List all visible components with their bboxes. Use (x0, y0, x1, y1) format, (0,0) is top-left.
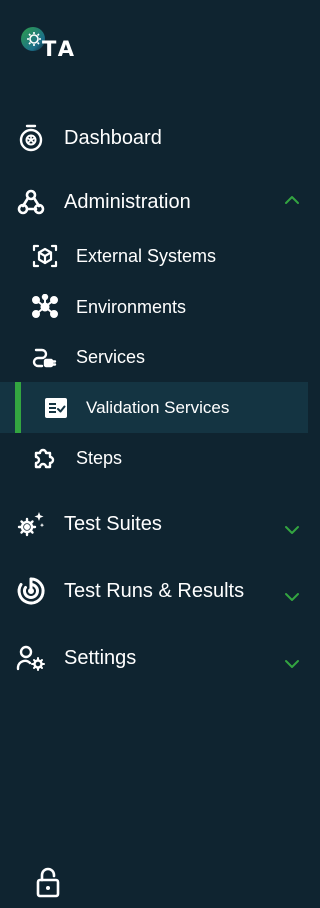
cube-scan-icon (31, 242, 59, 270)
plug-icon (31, 343, 59, 371)
unlock-icon[interactable] (35, 866, 61, 898)
nav-label: Validation Services (86, 397, 230, 417)
nav-label: Steps (76, 447, 123, 468)
active-indicator (15, 382, 21, 433)
nav-item-test-suites[interactable]: Test Suites (0, 508, 308, 540)
logo-text: TA (42, 37, 77, 61)
nav-label: Test Runs & Results (64, 579, 245, 602)
puzzle-icon (31, 444, 59, 472)
sidebar: TA Dashboard Administration External Sys… (0, 0, 308, 908)
nav-label: Administration (64, 190, 191, 213)
checklist-icon (43, 395, 69, 421)
chevron-down-icon[interactable] (284, 656, 300, 672)
webhook-icon (16, 187, 46, 217)
nav-item-environments[interactable]: Environments (0, 291, 308, 323)
chevron-up-icon[interactable] (284, 192, 300, 208)
nav-item-dashboard[interactable]: Dashboard (0, 122, 308, 154)
nav-item-steps[interactable]: Steps (0, 442, 308, 474)
stopwatch-icon (16, 123, 46, 153)
nav-item-validation-services[interactable]: Validation Services (0, 382, 308, 433)
user-gear-icon (16, 643, 46, 673)
nav-label: Settings (64, 646, 137, 669)
nav-label: Services (76, 346, 146, 367)
nav-item-settings[interactable]: Settings (0, 642, 308, 674)
nav-item-test-runs-results[interactable]: Test Runs & Results (0, 575, 308, 607)
target-icon (16, 576, 46, 606)
nav-label: Test Suites (64, 512, 162, 535)
chevron-down-icon[interactable] (284, 589, 300, 605)
nav-item-services[interactable]: Services (0, 341, 308, 373)
nav-label: Dashboard (64, 126, 162, 149)
hub-nodes-icon (31, 293, 59, 321)
nav-item-external-systems[interactable]: External Systems (0, 240, 308, 272)
chevron-down-icon[interactable] (284, 522, 300, 538)
nav-label: Environments (76, 296, 187, 317)
nav-label: External Systems (76, 245, 217, 266)
nav-item-administration[interactable]: Administration (0, 186, 308, 218)
app-logo[interactable]: TA (18, 24, 88, 64)
gears-sparkle-icon (16, 509, 46, 539)
